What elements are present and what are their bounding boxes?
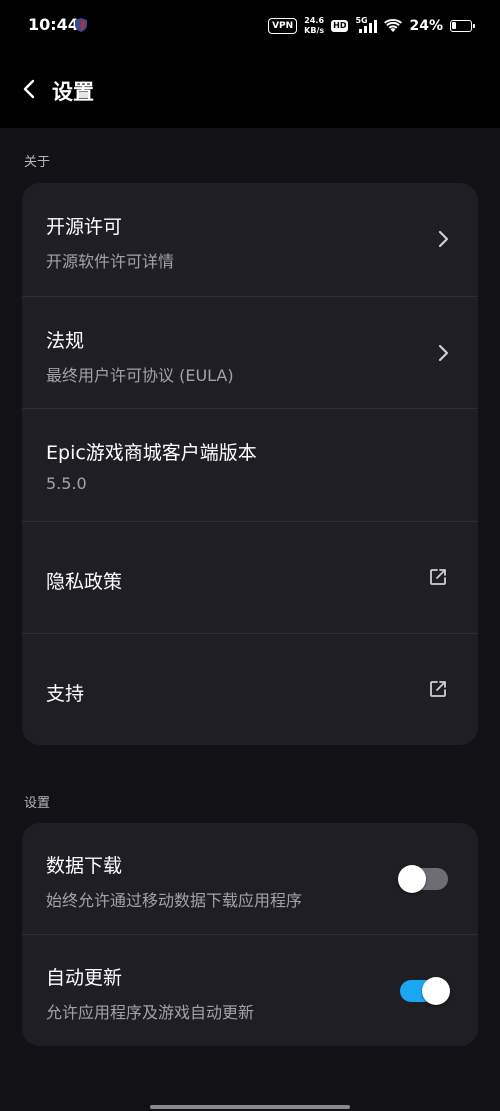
battery-nub [473, 24, 475, 28]
row-auto-update[interactable]: 自动更新 允许应用程序及游戏自动更新 [22, 934, 478, 1045]
status-icons: VPN 24.6 KB/s HD 5G 24% [268, 14, 475, 38]
shield-icon [75, 18, 87, 32]
wifi-icon [384, 19, 403, 32]
status-time: 10:44 [28, 15, 79, 34]
section-label-about: 关于 [24, 155, 51, 170]
hd-badge: HD [331, 20, 349, 32]
row-title: 数据下载 [46, 855, 123, 877]
row-data-download[interactable]: 数据下载 始终允许通过移动数据下载应用程序 [22, 823, 478, 934]
row-subtitle: 允许应用程序及游戏自动更新 [46, 1003, 255, 1022]
external-link-icon [430, 568, 446, 585]
app-bar: 设置 [0, 52, 500, 128]
signal-icon: 5G [355, 16, 378, 34]
auto-update-toggle[interactable] [400, 977, 450, 1005]
row-open-source-licenses[interactable]: 开源许可 开源软件许可详情 [22, 183, 478, 296]
battery-percent: 24% [409, 18, 443, 34]
toggle-knob [398, 865, 426, 893]
row-title: 支持 [46, 683, 85, 705]
row-title: 隐私政策 [46, 570, 123, 593]
home-indicator [150, 1105, 350, 1109]
row-subtitle: 始终允许通过移动数据下载应用程序 [46, 891, 303, 910]
about-card: 开源许可 开源软件许可详情 法规 最终用户许可协议 (EULA) Epic游戏商… [22, 183, 478, 745]
row-privacy-policy[interactable]: 隐私政策 [22, 520, 478, 634]
battery-icon [450, 20, 475, 32]
row-title: 法规 [46, 329, 85, 352]
network-speed-unit: KB/s [304, 26, 325, 35]
chevron-right-icon [438, 230, 449, 248]
row-subtitle: 最终用户许可协议 (EULA) [46, 365, 234, 385]
row-title: Epic游戏商城客户端版本 [46, 442, 257, 464]
section-label-settings: 设置 [24, 796, 51, 811]
page-title: 设置 [52, 80, 94, 104]
toggle-knob [422, 977, 450, 1005]
vpn-badge: VPN [268, 18, 298, 34]
settings-card: 数据下载 始终允许通过移动数据下载应用程序 自动更新 允许应用程序及游戏自动更新 [22, 823, 478, 1046]
status-bar: 10:44 VPN 24.6 KB/s HD 5G 24% [0, 0, 500, 52]
row-regulations[interactable]: 法规 最终用户许可协议 (EULA) [22, 295, 478, 409]
row-title: 自动更新 [46, 967, 123, 989]
chevron-left-icon [23, 79, 35, 99]
data-download-toggle[interactable] [398, 865, 448, 893]
back-button[interactable] [14, 74, 44, 104]
row-title: 开源许可 [46, 216, 123, 238]
row-client-version: Epic游戏商城客户端版本 5.5.0 [22, 408, 478, 521]
external-link-icon [430, 681, 446, 697]
network-speed-value: 24.6 [304, 16, 325, 25]
battery-fill [452, 22, 456, 29]
row-subtitle: 开源软件许可详情 [46, 252, 175, 271]
row-support[interactable]: 支持 [22, 633, 478, 745]
version-value: 5.5.0 [46, 474, 87, 493]
network-speed: 24.6 KB/s [304, 16, 324, 36]
chevron-right-icon [438, 344, 449, 361]
